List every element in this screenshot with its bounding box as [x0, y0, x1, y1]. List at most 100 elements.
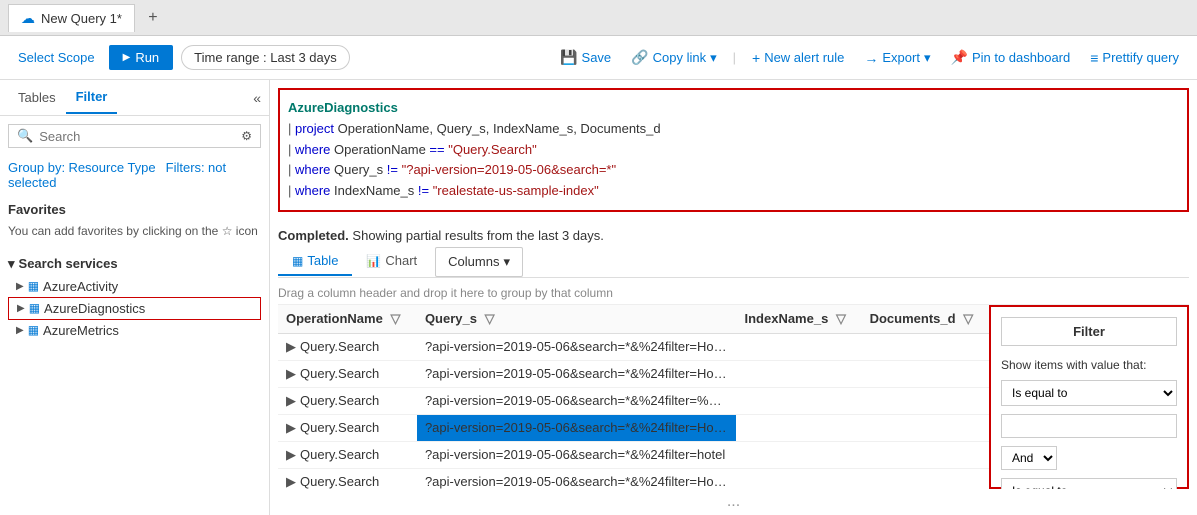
cell-querys: ?api-version=2019-05-06&search=*&%24filt… [417, 468, 737, 489]
th-querys: Query_s ▽ [417, 305, 737, 334]
filters-label: Filters: [166, 160, 205, 175]
alert-icon: + [752, 50, 760, 66]
prettify-label: Prettify query [1102, 50, 1179, 65]
query-where3-field: IndexName_s [330, 183, 417, 198]
query-op1: == [429, 142, 444, 157]
query-tab[interactable]: ☁ New Query 1* [8, 4, 135, 32]
cell-indexnames [736, 333, 861, 360]
th-label: OperationName [286, 311, 383, 326]
data-table-wrapper: OperationName ▽ Query_s ▽ IndexName_s ▽ [278, 305, 989, 489]
row-expand-icon[interactable]: ▶ [286, 447, 296, 462]
query-editor[interactable]: AzureDiagnostics | project OperationName… [278, 88, 1189, 212]
cell-indexnames [736, 468, 861, 489]
query-str1: "Query.Search" [445, 142, 537, 157]
query-keyword-project: project [295, 121, 334, 136]
search-input[interactable] [39, 129, 235, 144]
row-expand-icon[interactable]: ▶ [286, 366, 296, 381]
cloud-icon: ☁ [21, 10, 35, 27]
link-icon: 🔗 [631, 49, 648, 66]
more-options[interactable]: ... [270, 489, 1197, 515]
cell-indexnames [736, 360, 861, 387]
query-pipe-2: | [288, 142, 295, 157]
status-partial: Showing partial results from the last 3 … [352, 228, 603, 243]
table-icon: ▦ [29, 301, 40, 315]
add-tab-button[interactable]: + [139, 4, 167, 32]
table-row: ▶Query.Search?api-version=2019-05-06&sea… [278, 387, 989, 414]
tab-tables[interactable]: Tables [8, 82, 66, 113]
filter-funnel-icon-3[interactable]: ▽ [836, 311, 846, 326]
filter-funnel-icon-2[interactable]: ▽ [485, 311, 495, 326]
row-expand-icon[interactable]: ▶ [286, 393, 296, 408]
tree-item-label: AzureActivity [43, 279, 118, 294]
filter-icon[interactable]: ⚙ [241, 129, 252, 143]
row-expand-icon[interactable]: ▶ [286, 420, 296, 435]
filter-logical-select[interactable]: And Or [1001, 446, 1057, 470]
cell-indexnames [736, 414, 861, 441]
cell-documentsd [862, 414, 989, 441]
search-icon: 🔍 [17, 128, 33, 144]
pin-dashboard-button[interactable]: 📌 Pin to dashboard [945, 45, 1077, 70]
cell-operationname: ▶Query.Search [278, 333, 417, 360]
play-icon: ▶ [123, 52, 131, 63]
expand-icon: ▶ [16, 325, 24, 336]
tab-table[interactable]: ▦ Table [278, 247, 352, 276]
tree-item-azure-activity[interactable]: ▶ ▦ AzureActivity [8, 276, 261, 297]
cell-querys: ?api-version=2019-05-06&search=*&%24filt… [417, 387, 737, 414]
table-row: ▶Query.Search?api-version=2019-05-06&sea… [278, 468, 989, 489]
query-op2: != [387, 162, 398, 177]
th-label: Documents_d [870, 311, 956, 326]
search-services-title[interactable]: ▾ Search services [8, 256, 261, 272]
filter-funnel-icon-4[interactable]: ▽ [963, 311, 973, 326]
tab-chart[interactable]: 📊 Chart [352, 247, 431, 276]
table-row: ▶Query.Search?api-version=2019-05-06&sea… [278, 441, 989, 468]
cell-querys: ?api-version=2019-05-06&search=*&%24filt… [417, 441, 737, 468]
save-button[interactable]: 💾 Save [554, 45, 617, 70]
filter-value1-input[interactable] [1001, 414, 1177, 438]
favorites-title: Favorites [8, 202, 261, 217]
row-expand-icon[interactable]: ▶ [286, 339, 296, 354]
tree-item-azure-diagnostics[interactable]: ▶ ▦ AzureDiagnostics [8, 297, 261, 320]
table-icon: ▦ [28, 323, 39, 337]
tab-bar: ☁ New Query 1* + [0, 0, 1197, 36]
save-label: Save [582, 50, 612, 65]
tree-item-azure-metrics[interactable]: ▶ ▦ AzureMetrics [8, 320, 261, 341]
table-row: ▶Query.Search?api-version=2019-05-06&sea… [278, 414, 989, 441]
copy-link-button[interactable]: 🔗 Copy link ▾ [625, 45, 722, 70]
query-keyword-where1: where [295, 142, 330, 157]
cell-documentsd [862, 360, 989, 387]
filter-panel-title[interactable]: Filter [1001, 317, 1177, 346]
status-completed: Completed. [278, 228, 349, 243]
collapse-button[interactable]: « [253, 90, 261, 106]
row-expand-icon[interactable]: ▶ [286, 474, 296, 489]
arrow-down-icon: ▾ [8, 256, 15, 272]
tab-filter[interactable]: Filter [66, 81, 118, 114]
group-by-value[interactable]: Resource Type [68, 160, 155, 175]
export-button[interactable]: → Export ▾ [858, 46, 936, 70]
table-row: ▶Query.Search?api-version=2019-05-06&sea… [278, 333, 989, 360]
table-row: ▶Query.Search?api-version=2019-05-06&sea… [278, 360, 989, 387]
query-table-name: AzureDiagnostics [288, 100, 398, 115]
favorites-section: Favorites You can add favorites by click… [8, 202, 261, 240]
left-tabs: Tables Filter « [0, 80, 269, 116]
cell-operationname: ▶Query.Search [278, 468, 417, 489]
filter-condition1-select[interactable]: Is equal to Is not equal to Contains Doe… [1001, 380, 1177, 406]
columns-button[interactable]: Columns ▾ [435, 247, 523, 277]
select-scope-button[interactable]: Select Scope [12, 46, 101, 69]
prettify-button[interactable]: ≡ Prettify query [1084, 46, 1185, 70]
table-tab-icon: ▦ [292, 254, 303, 268]
th-label: Query_s [425, 311, 477, 326]
cell-operationname: ▶Query.Search [278, 441, 417, 468]
right-panel: AzureDiagnostics | project OperationName… [270, 80, 1197, 515]
query-pipe-4: | [288, 183, 295, 198]
chart-tab-icon: 📊 [366, 254, 381, 268]
export-chevron-icon: ▾ [924, 50, 931, 66]
cell-indexnames [736, 441, 861, 468]
export-label: Export [882, 50, 920, 65]
new-alert-button[interactable]: + New alert rule [746, 46, 850, 70]
run-label: Run [135, 50, 159, 65]
filter-condition2-select[interactable]: Is equal to Is not equal to Contains Doe… [1001, 478, 1177, 489]
filter-funnel-icon-1[interactable]: ▽ [390, 311, 400, 326]
time-range-button[interactable]: Time range : Last 3 days [181, 45, 350, 70]
run-button[interactable]: ▶ Run [109, 45, 174, 70]
filter-panel: Filter Show items with value that: Is eq… [989, 305, 1189, 489]
